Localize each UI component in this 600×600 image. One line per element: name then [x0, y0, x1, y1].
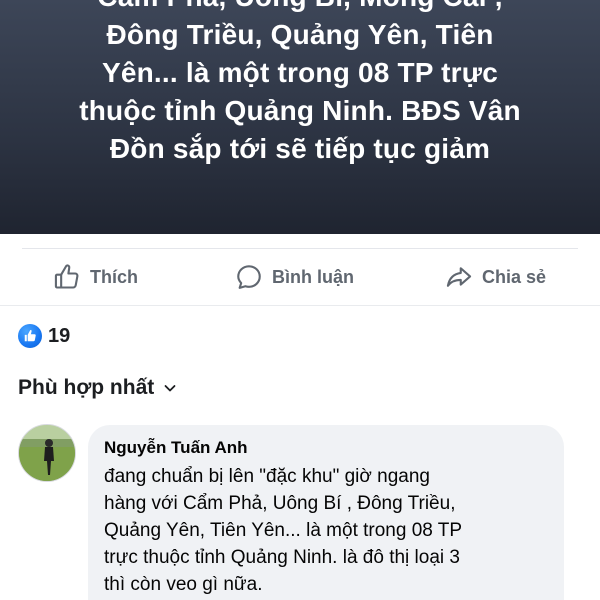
comment-author[interactable]: Nguyễn Tuấn Anh [104, 437, 548, 459]
facebook-post-view: Cẩm Phả, Uông Bí, Móng Cái , Đông Triều,… [0, 0, 600, 600]
comments-sort-dropdown[interactable]: Phù hợp nhất [18, 376, 178, 400]
share-arrow-icon [444, 262, 474, 292]
comment-bubble: Nguyễn Tuấn Anh đang chuẩn bị lên "đặc k… [88, 425, 564, 600]
divider [0, 305, 600, 306]
chevron-down-icon [162, 380, 178, 396]
comment-text-line: thì còn veo gì nữa. [104, 574, 263, 595]
reaction-summary[interactable]: 19 [18, 324, 70, 348]
share-button[interactable]: Chia sẻ [444, 262, 546, 292]
avatar[interactable] [18, 424, 76, 482]
post-text-line: Cẩm Phả, Uông Bí, Móng Cái , [30, 0, 570, 16]
post-text: Cẩm Phả, Uông Bí, Móng Cái , Đông Triều,… [30, 0, 570, 168]
comment-text-line: trực thuộc tỉnh Quảng Ninh. là đô thị lo… [104, 547, 460, 568]
divider [22, 248, 578, 249]
share-label: Chia sẻ [482, 266, 547, 287]
post-text-line: thuộc tỉnh Quảng Ninh. BĐS Vân [79, 95, 521, 126]
post-text-banner: Cẩm Phả, Uông Bí, Móng Cái , Đông Triều,… [0, 0, 600, 234]
comment-text-line: đang chuẩn bị lên "đặc khu" giờ ngang [104, 466, 430, 487]
like-button[interactable]: Thích [52, 262, 138, 292]
thumbs-up-icon [52, 262, 82, 292]
comment-button[interactable]: Bình luận [234, 262, 354, 292]
post-action-bar: Thích Bình luận Chia sẻ [0, 254, 600, 300]
like-reaction-icon [18, 324, 42, 348]
sort-label: Phù hợp nhất [18, 376, 155, 399]
comment-text-line: hàng với Cẩm Phả, Uông Bí , Đông Triều, [104, 493, 456, 514]
comment-label: Bình luận [272, 266, 354, 287]
post-text-line: Yên... là một trong 08 TP trực [101, 57, 499, 88]
comment-bubble-icon [234, 262, 264, 292]
post-text-line: Đông Triều, Quảng Yên, Tiên [106, 19, 494, 50]
comment-text: đang chuẩn bị lên "đặc khu" giờ ngang hà… [104, 463, 548, 598]
comment-text-line: Quảng Yên, Tiên Yên... là một trong 08 T… [104, 520, 463, 541]
reaction-count: 19 [48, 324, 71, 347]
post-text-line: Đồn sắp tới sẽ tiếp tục giảm [109, 133, 491, 164]
like-label: Thích [90, 266, 138, 287]
